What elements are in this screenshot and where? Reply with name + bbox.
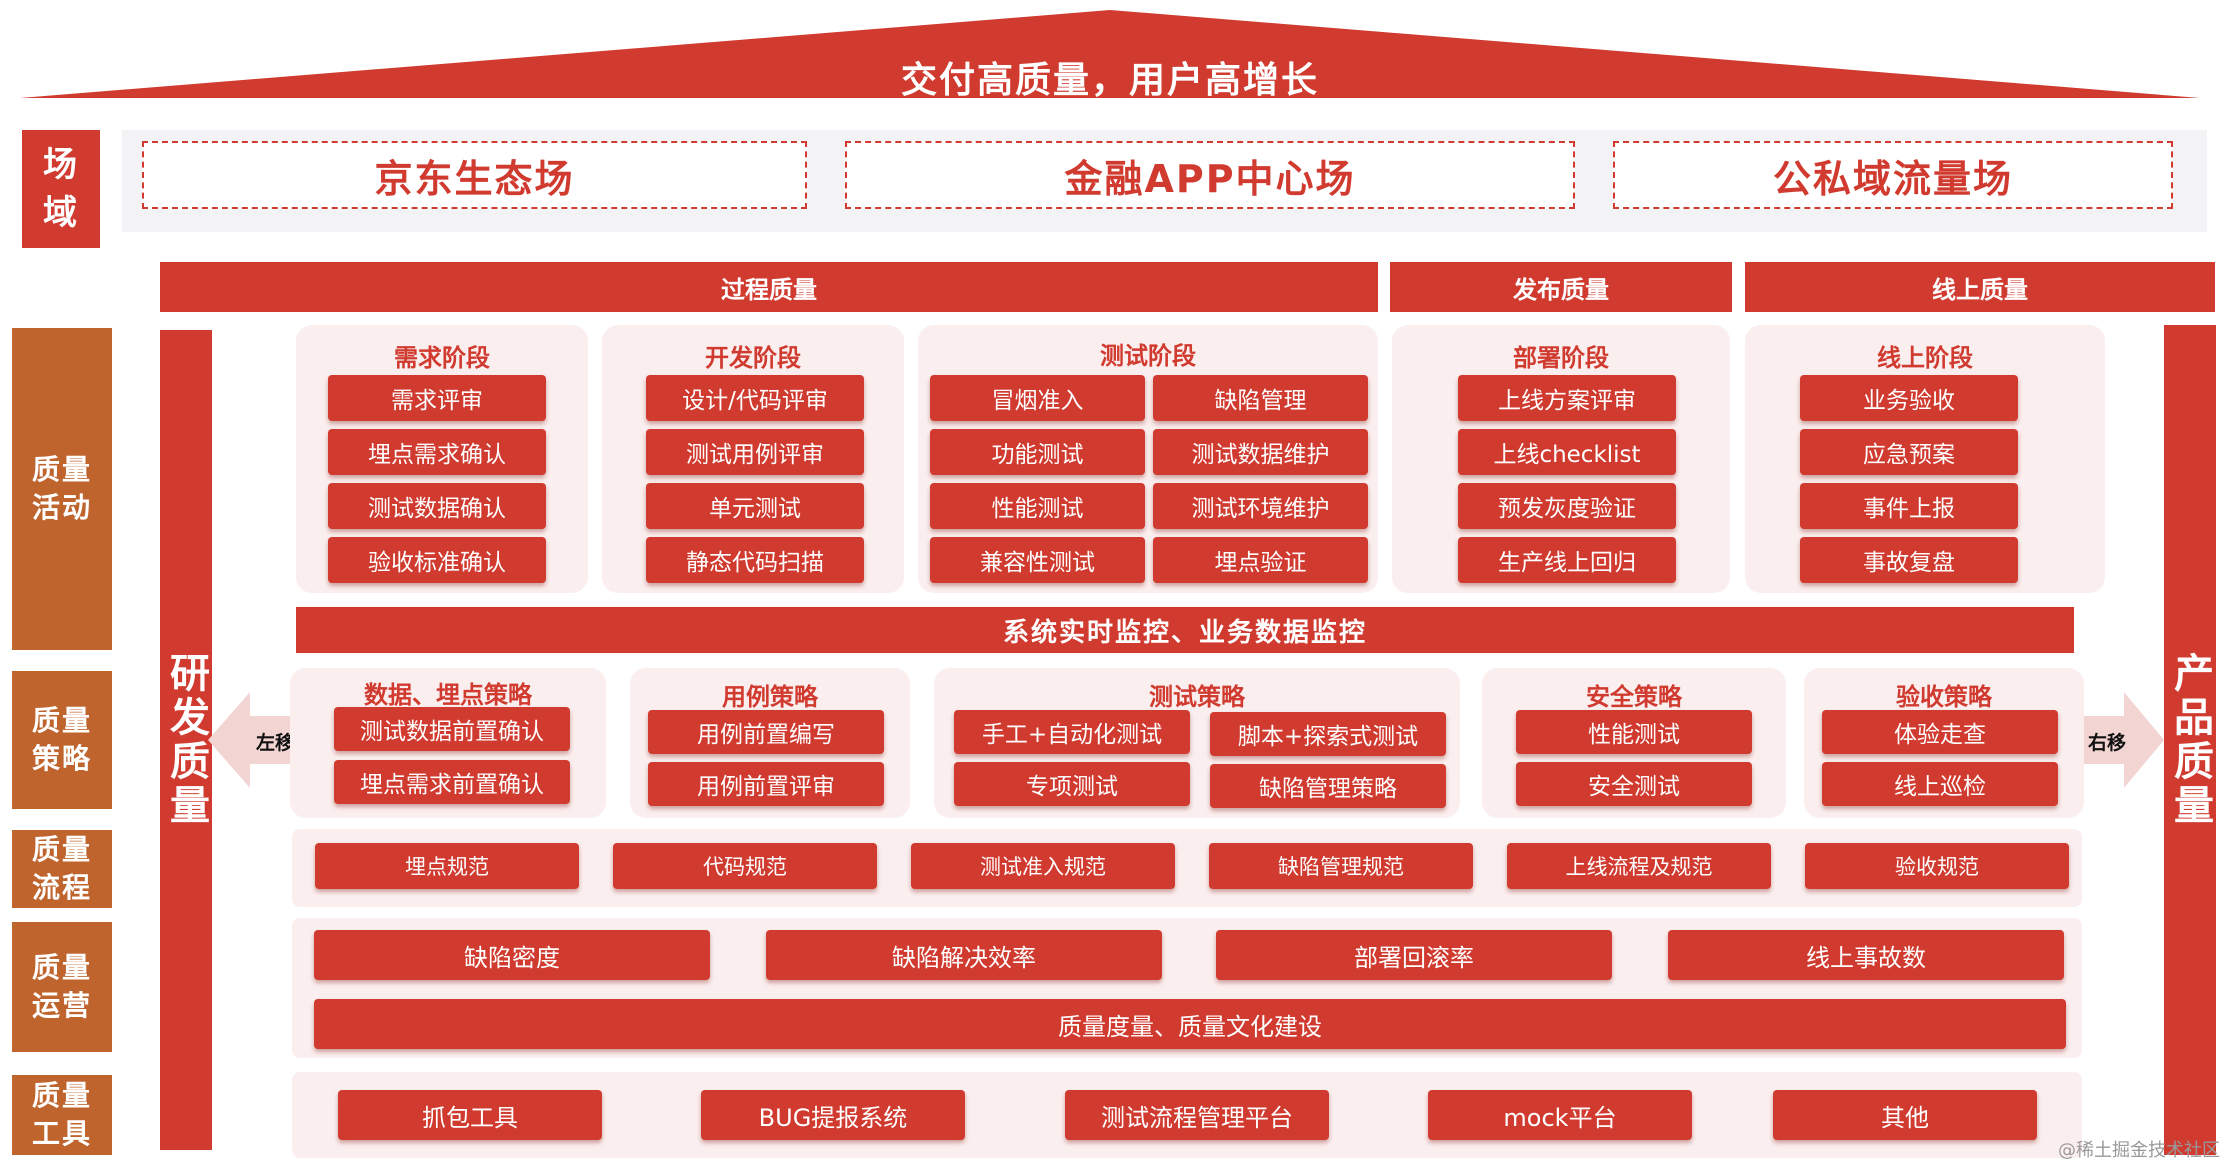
strategy-title-data: 数据、埋点策略 [364,680,532,709]
operation-item: 部署回滚率 [1216,930,1612,980]
stage-item: 单元测试 [646,483,864,529]
stage-item: 需求评审 [328,375,546,421]
stage-item: 业务验收 [1800,375,2018,421]
category-quality-tools: 质量 工具 [12,1075,112,1155]
stage-item: 性能测试 [930,483,1145,529]
stage-item: 预发灰度验证 [1458,483,1676,529]
stage-item: 事故复盘 [1800,537,2018,583]
stage-title-development: 开发阶段 [705,343,801,372]
stage-item: 功能测试 [930,429,1145,475]
scene-traffic: 公私域流量场 [1613,141,2173,209]
stage-item: 事件上报 [1800,483,2018,529]
header-release-quality: 发布质量 [1390,262,1732,312]
stage-item: 缺陷管理 [1153,375,1368,421]
pillar-product-quality: 产品质量 [2164,325,2216,1155]
operation-item: 缺陷密度 [314,930,710,980]
culture-bar: 质量度量、质量文化建设 [314,999,2066,1049]
tool-item: 抓包工具 [338,1090,602,1140]
stage-title-online: 线上阶段 [1877,343,1973,372]
stage-item: 生产线上回归 [1458,537,1676,583]
process-item: 验收规范 [1805,843,2069,889]
process-item: 缺陷管理规范 [1209,843,1473,889]
strategy-item: 埋点需求前置确认 [334,760,570,804]
stage-item: 静态代码扫描 [646,537,864,583]
strategy-item: 用例前置编写 [648,710,884,754]
strategy-item: 专项测试 [954,762,1190,806]
stage-item: 验收标准确认 [328,537,546,583]
strategy-item: 测试数据前置确认 [334,707,570,751]
operation-item: 线上事故数 [1668,930,2064,980]
watermark: @稀土掘金技术社区 [2058,1140,2220,1161]
process-item: 代码规范 [613,843,877,889]
category-quality-activity: 质量 活动 [12,328,112,650]
tool-item: BUG提报系统 [701,1090,965,1140]
strategy-item: 性能测试 [1516,710,1752,754]
stage-item: 上线checklist [1458,429,1676,475]
tool-item: mock平台 [1428,1090,1692,1140]
header-online-quality: 线上质量 [1745,262,2215,312]
tool-item: 测试流程管理平台 [1065,1090,1329,1140]
stage-item: 上线方案评审 [1458,375,1676,421]
category-quality-operation: 质量 运营 [12,922,112,1052]
strategy-item: 线上巡检 [1822,762,2058,806]
process-item: 埋点规范 [315,843,579,889]
stage-item: 埋点需求确认 [328,429,546,475]
strategy-title-test: 测试策略 [1149,682,1245,711]
stage-item: 应急预案 [1800,429,2018,475]
process-item: 上线流程及规范 [1507,843,1771,889]
pillar-product-quality-label: 产品质量 [2167,652,2213,828]
scene-label: 场 域 [22,130,100,248]
roof-title: 交付高质量，用户高增长 [900,60,1319,101]
operation-item: 缺陷解决效率 [766,930,1162,980]
stage-title-deployment: 部署阶段 [1513,343,1609,372]
strategy-item: 手工+自动化测试 [954,710,1190,754]
header-process-quality: 过程质量 [160,262,1378,312]
scene-jd: 京东生态场 [142,141,807,209]
stage-title-testing: 测试阶段 [1100,341,1196,370]
category-quality-strategy: 质量 策略 [12,671,112,809]
monitoring-bar: 系统实时监控、业务数据监控 [296,607,2074,653]
stage-item: 冒烟准入 [930,375,1145,421]
pillar-rd-quality: 研发质量 [160,330,212,1150]
strategy-title-case: 用例策略 [722,682,818,711]
strategy-item: 缺陷管理策略 [1210,764,1446,808]
tool-item: 其他 [1773,1090,2037,1140]
strategy-item: 用例前置评审 [648,762,884,806]
stage-item: 测试用例评审 [646,429,864,475]
strategy-item: 脚本+探索式测试 [1210,712,1446,756]
stage-item: 设计/代码评审 [646,375,864,421]
stage-item: 测试环境维护 [1153,483,1368,529]
strategy-title-security: 安全策略 [1586,682,1682,711]
strategy-item: 体验走查 [1822,710,2058,754]
stage-title-requirement: 需求阶段 [394,343,490,372]
scene-finance-app: 金融APP中心场 [845,141,1575,209]
strategy-item: 安全测试 [1516,762,1752,806]
stage-item: 测试数据确认 [328,483,546,529]
stage-item: 兼容性测试 [930,537,1145,583]
process-item: 测试准入规范 [911,843,1175,889]
stage-item: 埋点验证 [1153,537,1368,583]
category-quality-process: 质量 流程 [12,830,112,908]
stage-item: 测试数据维护 [1153,429,1368,475]
strategy-title-acceptance: 验收策略 [1896,682,1992,711]
pillar-rd-quality-label: 研发质量 [163,652,209,828]
